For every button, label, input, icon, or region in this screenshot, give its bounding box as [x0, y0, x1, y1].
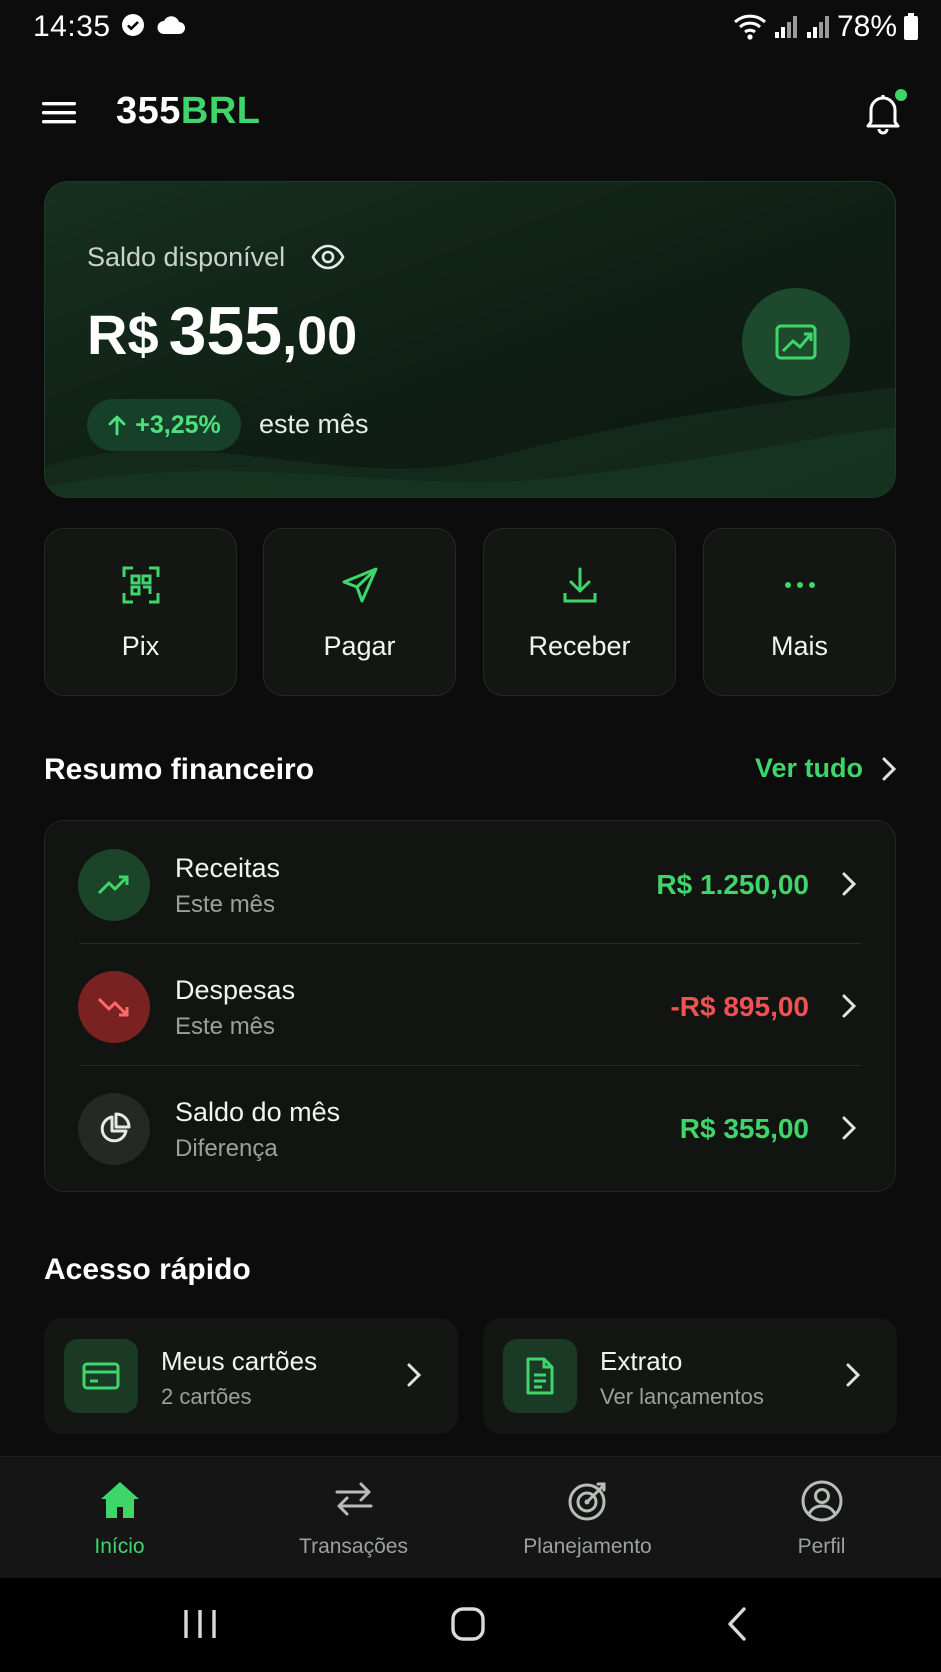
- balance-amount: R$ 355,00: [87, 293, 358, 369]
- row-subtitle: Este mês: [175, 1013, 276, 1040]
- status-bar: 14:35 78%: [0, 0, 941, 52]
- balance-change-badge: +3,25%: [87, 399, 241, 451]
- nav-label: Planejamento: [523, 1535, 652, 1558]
- pix-button[interactable]: Pix: [44, 528, 237, 696]
- nav-label: Início: [94, 1535, 145, 1558]
- action-label: Mais: [770, 631, 828, 661]
- summary-section-title: Resumo financeiro: [44, 753, 315, 786]
- signal-icon: [773, 14, 799, 40]
- bottom-navigation: Início Transações Planejamento Perfil: [0, 1456, 941, 1578]
- balance-change-period: este mês: [259, 409, 369, 439]
- transfer-arrows-icon: [236, 1479, 471, 1519]
- chevron-right-icon: [841, 871, 857, 897]
- nav-item-planning[interactable]: Planejamento: [470, 1457, 705, 1579]
- status-time: 14:35: [33, 10, 111, 43]
- credit-card-icon: [64, 1339, 138, 1413]
- pie-chart-icon: [78, 1093, 150, 1165]
- document-icon: [503, 1339, 577, 1413]
- chevron-right-icon: [841, 1115, 857, 1141]
- nav-item-transactions[interactable]: Transações: [236, 1457, 471, 1579]
- my-cards-button[interactable]: Meus cartões 2 cartões: [44, 1318, 458, 1434]
- qa-subtitle: 2 cartões: [161, 1384, 252, 1409]
- brand-logo: 355BRL: [116, 90, 261, 132]
- battery-percent: 78%: [836, 10, 897, 43]
- home-system-icon[interactable]: [450, 1606, 486, 1642]
- row-title: Despesas: [175, 975, 296, 1005]
- summary-row-income[interactable]: Receitas Este mês R$ 1.250,00: [45, 821, 897, 943]
- chevron-right-icon: [406, 1362, 422, 1388]
- row-subtitle: Este mês: [175, 891, 276, 918]
- cloud-icon: [156, 14, 186, 36]
- statement-button[interactable]: Extrato Ver lançamentos: [483, 1318, 897, 1434]
- target-icon: [470, 1479, 705, 1523]
- see-all-link[interactable]: Ver tudo: [755, 753, 897, 784]
- row-subtitle: Diferença: [175, 1135, 278, 1162]
- row-title: Receitas: [175, 853, 281, 883]
- summary-row-monthly-balance[interactable]: Saldo do mês Diferença R$ 355,00: [45, 1065, 897, 1187]
- signal-icon: [805, 14, 831, 40]
- check-circle-icon: [120, 12, 146, 38]
- chevron-right-icon: [845, 1362, 861, 1388]
- trend-down-icon: [78, 971, 150, 1043]
- eye-icon[interactable]: [311, 244, 345, 270]
- home-icon: [2, 1479, 237, 1521]
- action-label: Receber: [528, 631, 631, 661]
- chevron-right-icon: [882, 757, 897, 780]
- arrow-up-icon: [107, 414, 127, 436]
- nav-label: Perfil: [797, 1535, 846, 1558]
- nav-label: Transações: [299, 1535, 408, 1558]
- wifi-icon: [733, 13, 767, 41]
- row-value: -R$ 895,00: [670, 991, 809, 1022]
- action-label: Pix: [121, 631, 160, 661]
- back-icon[interactable]: [720, 1606, 756, 1642]
- app-header: 355BRL: [0, 80, 941, 144]
- row-value: R$ 355,00: [679, 1113, 809, 1144]
- balance-label: Saldo disponível: [87, 242, 286, 272]
- download-icon: [484, 565, 675, 605]
- send-icon: [264, 565, 455, 605]
- hamburger-menu-icon[interactable]: [40, 96, 80, 128]
- battery-icon: [903, 13, 919, 41]
- receive-button[interactable]: Receber: [483, 528, 676, 696]
- nav-item-home[interactable]: Início: [2, 1457, 237, 1579]
- row-value: R$ 1.250,00: [656, 869, 809, 900]
- qa-title: Extrato: [600, 1346, 683, 1376]
- chart-trend-icon: [774, 322, 818, 362]
- summary-row-expenses[interactable]: Despesas Este mês -R$ 895,00: [45, 943, 897, 1065]
- qa-title: Meus cartões: [161, 1346, 318, 1376]
- row-title: Saldo do mês: [175, 1097, 341, 1127]
- recent-apps-icon[interactable]: [182, 1606, 218, 1642]
- action-label: Pagar: [323, 631, 396, 661]
- chart-button[interactable]: [742, 288, 850, 396]
- notifications-button[interactable]: [862, 88, 907, 136]
- chevron-right-icon: [841, 993, 857, 1019]
- user-icon: [704, 1479, 939, 1523]
- trend-up-icon: [78, 849, 150, 921]
- pay-button[interactable]: Pagar: [263, 528, 456, 696]
- summary-card: Receitas Este mês R$ 1.250,00 Despesas E…: [44, 820, 896, 1192]
- qa-subtitle: Ver lançamentos: [600, 1384, 764, 1409]
- more-button[interactable]: Mais: [703, 528, 896, 696]
- system-navigation-bar: [0, 1578, 941, 1672]
- quick-actions: Pix Pagar Receber Mais: [44, 528, 896, 696]
- notification-dot: [895, 89, 907, 101]
- balance-card: Saldo disponível R$ 355,00 +3,25% este mê…: [44, 181, 896, 498]
- more-dots-icon: [704, 565, 895, 605]
- quick-access-title: Acesso rápido: [44, 1253, 251, 1286]
- nav-item-profile[interactable]: Perfil: [704, 1457, 939, 1579]
- pix-qr-icon: [45, 565, 236, 605]
